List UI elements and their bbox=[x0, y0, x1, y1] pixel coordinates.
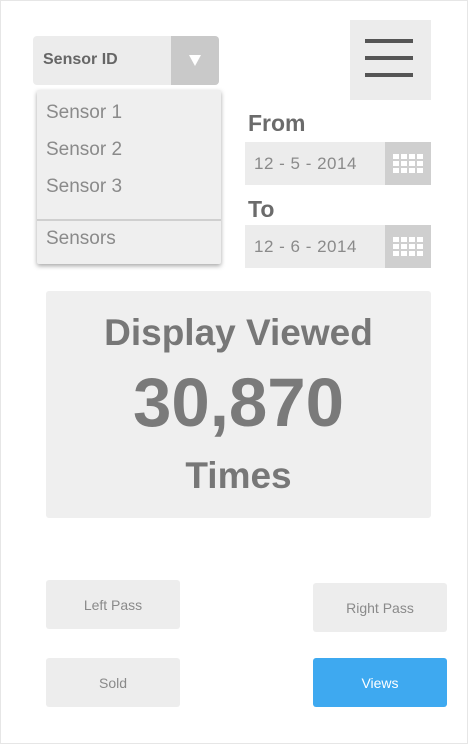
display-viewed-panel: Display Viewed 30,870 Times bbox=[46, 291, 431, 518]
from-date-value: 12 - 5 - 2014 bbox=[254, 154, 357, 173]
dropdown-divider bbox=[37, 219, 221, 221]
to-date-field[interactable]: 12 - 6 - 2014 bbox=[245, 225, 431, 268]
dropdown-item-sensor-2[interactable]: Sensor 2 bbox=[46, 139, 122, 161]
to-calendar-button[interactable] bbox=[385, 225, 431, 268]
left-pass-button[interactable]: Left Pass bbox=[46, 580, 180, 629]
menu-bar-top bbox=[365, 39, 413, 43]
sensor-dropdown-list: Sensor 1 Sensor 2 Sensor 3 Sensors bbox=[37, 90, 221, 264]
stats-title: Display Viewed bbox=[104, 312, 373, 353]
right-pass-button[interactable]: Right Pass bbox=[313, 583, 447, 632]
stats-unit: Times bbox=[185, 455, 292, 496]
menu-bar-middle bbox=[365, 56, 413, 60]
views-button[interactable]: Views bbox=[313, 658, 447, 707]
menu-bar-bottom bbox=[365, 73, 413, 77]
to-label: To bbox=[248, 196, 275, 222]
triangle-down-icon bbox=[189, 55, 201, 66]
from-date-field[interactable]: 12 - 5 - 2014 bbox=[245, 142, 431, 185]
calendar-icon bbox=[393, 154, 425, 174]
from-calendar-button[interactable] bbox=[385, 142, 431, 185]
sensor-id-label: Sensor ID bbox=[43, 51, 118, 68]
calendar-icon bbox=[393, 237, 425, 257]
sensor-id-select[interactable]: Sensor ID bbox=[33, 36, 219, 85]
to-date-value: 12 - 6 - 2014 bbox=[254, 237, 357, 256]
dropdown-item-sensor-3[interactable]: Sensor 3 bbox=[46, 176, 122, 198]
dropdown-item-sensors[interactable]: Sensors bbox=[46, 228, 116, 250]
dropdown-toggle-button[interactable] bbox=[171, 36, 219, 85]
sold-button[interactable]: Sold bbox=[46, 658, 180, 707]
dropdown-item-sensor-1[interactable]: Sensor 1 bbox=[46, 102, 122, 124]
from-label: From bbox=[248, 110, 306, 136]
stats-value: 30,870 bbox=[132, 364, 345, 441]
hamburger-menu-button[interactable] bbox=[350, 20, 431, 100]
